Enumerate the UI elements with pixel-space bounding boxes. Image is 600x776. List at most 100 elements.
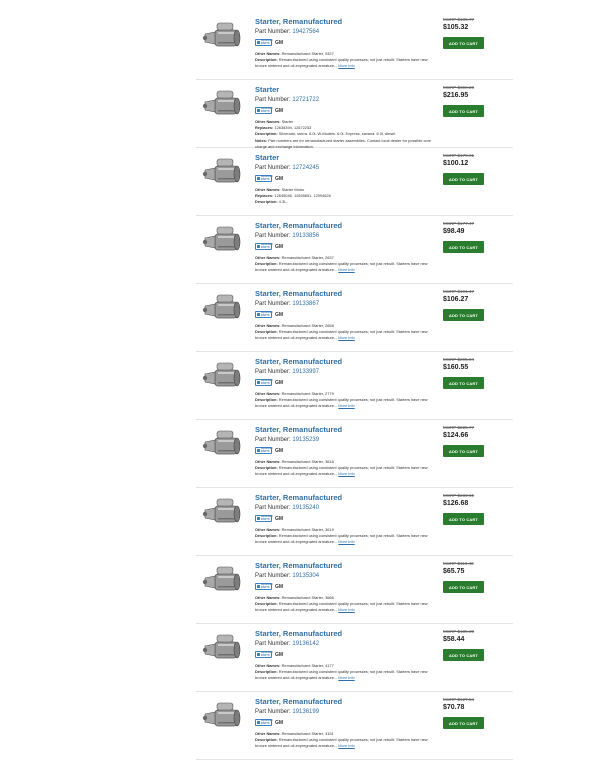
product-details: Other Names: Remanufactured Starter, 417… (255, 663, 440, 682)
product-details: Other Names: Remanufactured Starter, 265… (255, 323, 440, 342)
product-image[interactable] (200, 18, 246, 58)
part-number-link[interactable]: 19135304 (292, 573, 319, 579)
product-title-link[interactable]: Starter, Remanufactured (255, 629, 440, 639)
part-number-link[interactable]: 19136142 (292, 641, 319, 647)
brand-row: GENUINE PARTS GM (255, 718, 440, 727)
product-image[interactable] (200, 630, 246, 670)
add-to-cart-button[interactable]: ADD TO CART (443, 37, 484, 49)
sale-price: $65.75 (443, 568, 465, 575)
product-title-link[interactable]: Starter, Remanufactured (255, 425, 440, 435)
part-number-link[interactable]: 19133997 (292, 369, 319, 375)
product-title-link[interactable]: Starter, Remanufactured (255, 289, 440, 299)
part-number-row: Part Number: 19135239 (255, 435, 440, 445)
more-info-link[interactable]: More Info (338, 743, 354, 748)
brand-row: GENUINE PARTS GM (255, 378, 440, 387)
add-to-cart-button[interactable]: ADD TO CART (443, 105, 484, 117)
part-number-link[interactable]: 19136199 (292, 709, 319, 715)
add-to-cart-button[interactable]: ADD TO CART (443, 445, 484, 457)
brand-row: GENUINE PARTS GM (255, 242, 440, 251)
product-title-link[interactable]: Starter (255, 153, 440, 163)
brand-label: GM (275, 379, 284, 386)
product-image[interactable] (200, 154, 246, 194)
product-title-link[interactable]: Starter, Remanufactured (255, 561, 440, 571)
part-number-link[interactable]: 12721722 (292, 97, 319, 103)
add-to-cart-button[interactable]: ADD TO CART (443, 581, 484, 593)
starter-motor-icon (202, 90, 241, 115)
part-number-label: Part Number: (255, 97, 291, 103)
part-number-row: Part Number: 19133856 (255, 231, 440, 241)
product-details: Other Names: Starter Motor Replaces: 126… (255, 187, 440, 206)
brand-row: GENUINE PARTS GM (255, 446, 440, 455)
starter-motor-icon (202, 498, 241, 523)
part-number-row: Part Number: 19135240 (255, 503, 440, 513)
description-row: Description: Remanufactured using consis… (255, 329, 428, 341)
list-item: Starter Part Number: 12724245 GENUINE PA… (196, 148, 513, 216)
part-number-link[interactable]: 19133867 (292, 301, 319, 307)
product-image[interactable] (200, 426, 246, 466)
add-to-cart-button[interactable]: ADD TO CART (443, 649, 484, 661)
add-to-cart-button[interactable]: ADD TO CART (443, 717, 484, 729)
more-info-link[interactable]: More Info (338, 675, 354, 680)
part-number-label: Part Number: (255, 29, 291, 35)
product-image[interactable] (200, 358, 246, 398)
add-to-cart-button[interactable]: ADD TO CART (443, 377, 484, 389)
product-image[interactable] (200, 494, 246, 534)
brand-label: GM (275, 651, 284, 658)
part-number-link[interactable]: 19135239 (292, 437, 319, 443)
more-info-link[interactable]: More Info (338, 267, 354, 272)
part-number-row: Part Number: 19133867 (255, 299, 440, 309)
product-image[interactable] (200, 290, 246, 330)
starter-motor-icon (202, 226, 241, 251)
part-number-label: Part Number: (255, 165, 291, 171)
sale-price: $124.66 (443, 432, 469, 439)
genuine-parts-logo: GENUINE PARTS (255, 39, 273, 46)
starter-motor-icon (202, 362, 241, 387)
product-image[interactable] (200, 562, 246, 602)
price-box: MSRP $178.01 $100.12 ADD TO CART (443, 153, 513, 185)
list-item: Starter, Remanufactured Part Number: 191… (196, 216, 513, 284)
genuine-parts-logo: GENUINE PARTS (255, 515, 273, 522)
list-item: Starter, Remanufactured Part Number: 191… (196, 624, 513, 692)
brand-row: GENUINE PARTS GM (255, 650, 440, 659)
starter-motor-icon (202, 22, 241, 47)
part-number-row: Part Number: 19135304 (255, 571, 440, 581)
product-image[interactable] (200, 698, 246, 738)
product-image[interactable] (200, 86, 246, 126)
product-title-link[interactable]: Starter (255, 85, 440, 95)
product-image[interactable] (200, 222, 246, 262)
more-info-link[interactable]: More Info (338, 63, 354, 68)
price-box: MSRP $191.47 $106.27 ADD TO CART (443, 289, 513, 321)
product-title-link[interactable]: Starter, Remanufactured (255, 17, 440, 27)
product-title-link[interactable]: Starter, Remanufactured (255, 697, 440, 707)
product-title-link[interactable]: Starter, Remanufactured (255, 357, 440, 367)
product-title-link[interactable]: Starter, Remanufactured (255, 493, 440, 503)
part-number-label: Part Number: (255, 709, 291, 715)
part-number-link[interactable]: 19133856 (292, 233, 319, 239)
more-info-link[interactable]: More Info (338, 403, 354, 408)
description-row: Description: Remanufactured using consis… (255, 533, 428, 545)
part-number-row: Part Number: 19133997 (255, 367, 440, 377)
sale-price: $105.32 (443, 24, 469, 31)
part-number-link[interactable]: 19135240 (292, 505, 319, 511)
part-number-row: Part Number: 12724245 (255, 163, 440, 173)
part-number-link[interactable]: 12724245 (292, 165, 319, 171)
brand-row: GENUINE PARTS GM (255, 38, 440, 47)
part-number-link[interactable]: 19427564 (292, 29, 319, 35)
description-row: Description: Remanufactured using consis… (255, 465, 428, 477)
more-info-link[interactable]: More Info (338, 335, 354, 340)
add-to-cart-button[interactable]: ADD TO CART (443, 513, 484, 525)
part-number-label: Part Number: (255, 301, 291, 307)
brand-row: GENUINE PARTS GM (255, 514, 440, 523)
add-to-cart-button[interactable]: ADD TO CART (443, 173, 484, 185)
product-title-link[interactable]: Starter, Remanufactured (255, 221, 440, 231)
add-to-cart-button[interactable]: ADD TO CART (443, 241, 484, 253)
part-number-label: Part Number: (255, 437, 291, 443)
list-item: Starter, Remanufactured Part Number: 191… (196, 420, 513, 488)
price-box: MSRP $390.86 $216.95 ADD TO CART (443, 85, 513, 117)
add-to-cart-button[interactable]: ADD TO CART (443, 309, 484, 321)
more-info-link[interactable]: More Info (338, 539, 354, 544)
price-box: MSRP $189.77 $105.32 ADD TO CART (443, 17, 513, 49)
more-info-link[interactable]: More Info (338, 607, 354, 612)
product-details: Other Names: Remanufactured Starter, 361… (255, 459, 440, 478)
more-info-link[interactable]: More Info (338, 471, 354, 476)
